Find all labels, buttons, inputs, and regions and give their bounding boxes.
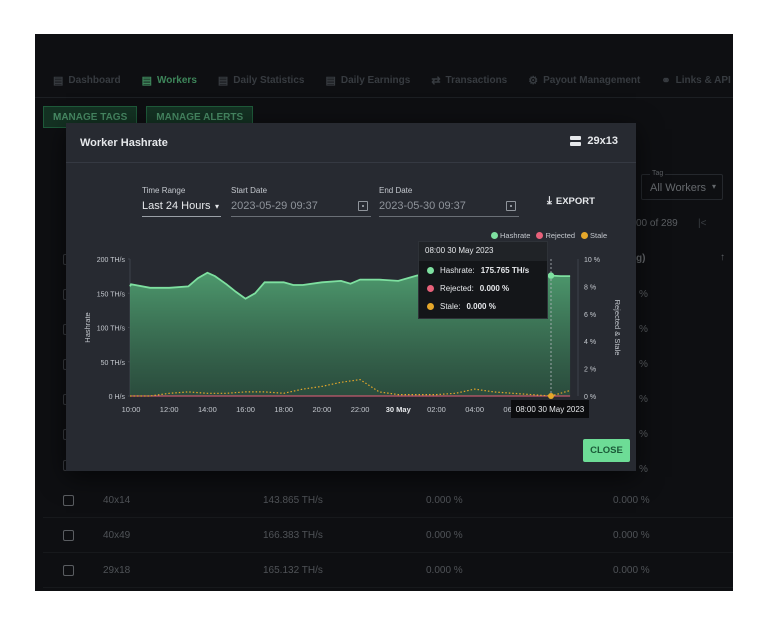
y-tick-label-left: 150 TH/s (97, 291, 126, 298)
y-tick-label-right: 8 % (584, 284, 596, 291)
close-button[interactable]: CLOSE (583, 439, 630, 462)
app-window: ▤ Dashboard ▤ Workers ▤ Daily Statistics… (35, 34, 733, 591)
x-axis-tooltip: 08:00 30 May 2023 (511, 400, 589, 418)
hover-point-stale (548, 393, 554, 399)
y-tick-label-left: 50 TH/s (101, 360, 126, 367)
worker-hashrate-modal: Worker Hashrate 29x13 Time Range Last 24… (66, 123, 636, 471)
tooltip-value: 0.000 % (479, 283, 510, 293)
x-tick-label: 04:00 (465, 405, 484, 414)
x-tick-label: 14:00 (198, 405, 217, 414)
tooltip-title: 08:00 30 May 2023 (419, 242, 547, 261)
y-tick-label-right: 6 % (584, 312, 596, 319)
hover-point-hashrate (547, 272, 555, 279)
y-tick-label-left: 200 TH/s (97, 257, 126, 264)
tooltip-row-stale: Stale: 0.000 % (419, 297, 547, 315)
tooltip-value: 175.765 TH/s (480, 265, 530, 275)
y-axis-title-left: Hashrate (83, 312, 92, 342)
tooltip-value: 0.000 % (466, 301, 496, 311)
tooltip-dot (427, 266, 434, 274)
y-axis-title-right: Rejected & Stale (613, 300, 622, 356)
tooltip-label: Rejected: (440, 283, 474, 293)
tooltip-label: Stale: (440, 301, 461, 311)
x-tick-label: 16:00 (236, 405, 255, 414)
tooltip-row-hashrate: Hashrate: 175.765 TH/s (419, 261, 547, 279)
y-tick-label-left: 100 TH/s (97, 326, 126, 333)
x-tick-label: 18:00 (274, 405, 293, 414)
tooltip-row-rejected: Rejected: 0.000 % (419, 279, 547, 297)
x-tick-label: 02:00 (427, 405, 446, 414)
x-tick-label: 12:00 (160, 405, 179, 414)
tooltip-dot (427, 284, 434, 292)
x-tick-label: 22:00 (351, 405, 370, 414)
y-tick-label-right: 10 % (584, 257, 600, 264)
x-tick-label: 10:00 (122, 405, 141, 414)
chart-tooltip: 08:00 30 May 2023 Hashrate: 175.765 TH/s… (418, 241, 548, 319)
y-tick-label-left: 0 H/s (109, 394, 126, 401)
x-tick-label: 20:00 (313, 405, 332, 414)
y-tick-label-right: 4 % (584, 339, 596, 346)
x-tick-label: 30 May (386, 405, 412, 414)
tooltip-label: Hashrate: (440, 265, 475, 275)
y-tick-label-right: 2 % (584, 367, 596, 374)
hashrate-chart[interactable]: 0 H/s50 TH/s100 TH/s150 TH/s200 TH/s0 %2… (66, 123, 636, 471)
tooltip-dot (427, 302, 434, 310)
